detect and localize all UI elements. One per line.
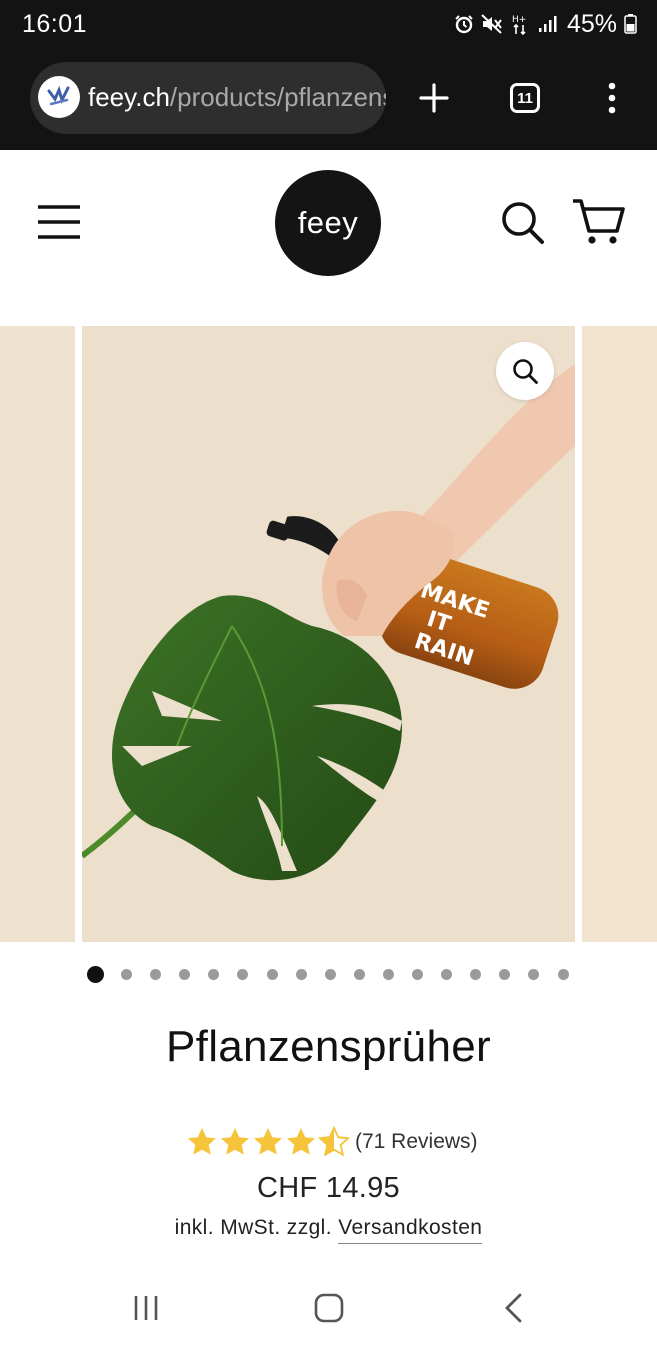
review-count[interactable]: (71 Reviews) (355, 1130, 478, 1154)
battery-icon (623, 13, 637, 35)
status-icons: H+ 45% (453, 10, 637, 38)
next-slide-peek[interactable] (582, 326, 657, 942)
star-icon (287, 1128, 315, 1155)
browser-toolbar: feey.ch/products/pflanzenspruher 11 (0, 48, 657, 150)
back-icon (505, 1293, 522, 1323)
status-time: 16:01 (22, 10, 88, 38)
browser-menu-button[interactable] (590, 76, 634, 120)
new-tab-button[interactable] (412, 76, 456, 120)
product-rating[interactable]: (71 Reviews) (186, 1124, 478, 1160)
alarm-icon (453, 13, 475, 35)
menu-icon (608, 82, 616, 114)
star-icon (188, 1128, 216, 1155)
search-button[interactable] (498, 199, 548, 247)
signal-icon (537, 13, 559, 35)
carousel-dot[interactable] (354, 969, 365, 980)
status-bar: 16:01 H+ 45% (0, 0, 657, 48)
carousel-dot[interactable] (237, 969, 248, 980)
carousel-dot[interactable] (528, 969, 539, 980)
star-icon (254, 1128, 282, 1155)
product-price: CHF 14.95 (257, 1172, 400, 1204)
carousel-dot[interactable] (325, 969, 336, 980)
home-icon (314, 1293, 344, 1323)
carousel-dot[interactable] (296, 969, 307, 980)
carousel-dot[interactable] (179, 969, 190, 980)
tax-info: inkl. MwSt. zzgl. Versandkosten (0, 1216, 657, 1244)
url-path: /products/pflanzenspruher (169, 82, 386, 112)
home-button[interactable] (305, 1286, 353, 1330)
svg-text:H+: H+ (512, 15, 526, 25)
back-button[interactable] (490, 1286, 538, 1330)
carousel-dot[interactable] (412, 969, 423, 980)
system-navigation-bar (0, 1262, 657, 1350)
carousel-dot[interactable] (558, 969, 569, 980)
carousel-dot[interactable] (208, 969, 219, 980)
tabs-button[interactable]: 11 (503, 76, 547, 120)
site-header: feey (0, 150, 657, 326)
url-text: feey.ch/products/pflanzenspruher (88, 82, 386, 113)
carousel-dot[interactable] (121, 969, 132, 980)
hamburger-menu-button[interactable] (34, 202, 84, 242)
new-tab-icon (419, 83, 449, 113)
carousel-dot[interactable] (267, 969, 278, 980)
half-star-icon (318, 1126, 350, 1157)
site-logo[interactable]: feey (275, 170, 381, 276)
tax-prefix: inkl. MwSt. zzgl. (174, 1216, 332, 1239)
carousel-dot[interactable] (470, 969, 481, 980)
shipping-costs-link[interactable]: Versandkosten (338, 1216, 483, 1244)
hamburger-menu-icon (38, 205, 80, 239)
mute-icon (481, 13, 503, 35)
product-image[interactable]: MAKE IT RAIN (82, 326, 575, 942)
carousel-pagination (0, 966, 657, 984)
logo-text: feey (297, 205, 359, 240)
data-icon: H+ (509, 13, 531, 35)
carousel-dot-active[interactable] (87, 966, 104, 983)
recent-apps-button[interactable] (122, 1286, 170, 1330)
product-title: Pflanzensprüher (166, 1022, 491, 1071)
address-bar[interactable]: feey.ch/products/pflanzenspruher (30, 62, 386, 134)
tab-count: 11 (510, 83, 540, 113)
carousel-dot[interactable] (383, 969, 394, 980)
product-image-carousel[interactable]: MAKE IT RAIN (0, 326, 657, 942)
battery-percent: 45% (566, 9, 617, 38)
site-favicon-icon (38, 76, 80, 118)
carousel-dot[interactable] (150, 969, 161, 980)
search-icon (502, 202, 544, 244)
cart-button[interactable] (570, 196, 628, 248)
zoom-icon (513, 359, 538, 384)
previous-slide-peek[interactable] (0, 326, 75, 942)
carousel-dot[interactable] (441, 969, 452, 980)
carousel-dot[interactable] (499, 969, 510, 980)
recent-apps-icon (134, 1296, 158, 1320)
url-domain: feey.ch (88, 82, 170, 112)
star-icon (221, 1128, 249, 1155)
zoom-button[interactable] (496, 342, 554, 400)
cart-icon (573, 199, 625, 244)
